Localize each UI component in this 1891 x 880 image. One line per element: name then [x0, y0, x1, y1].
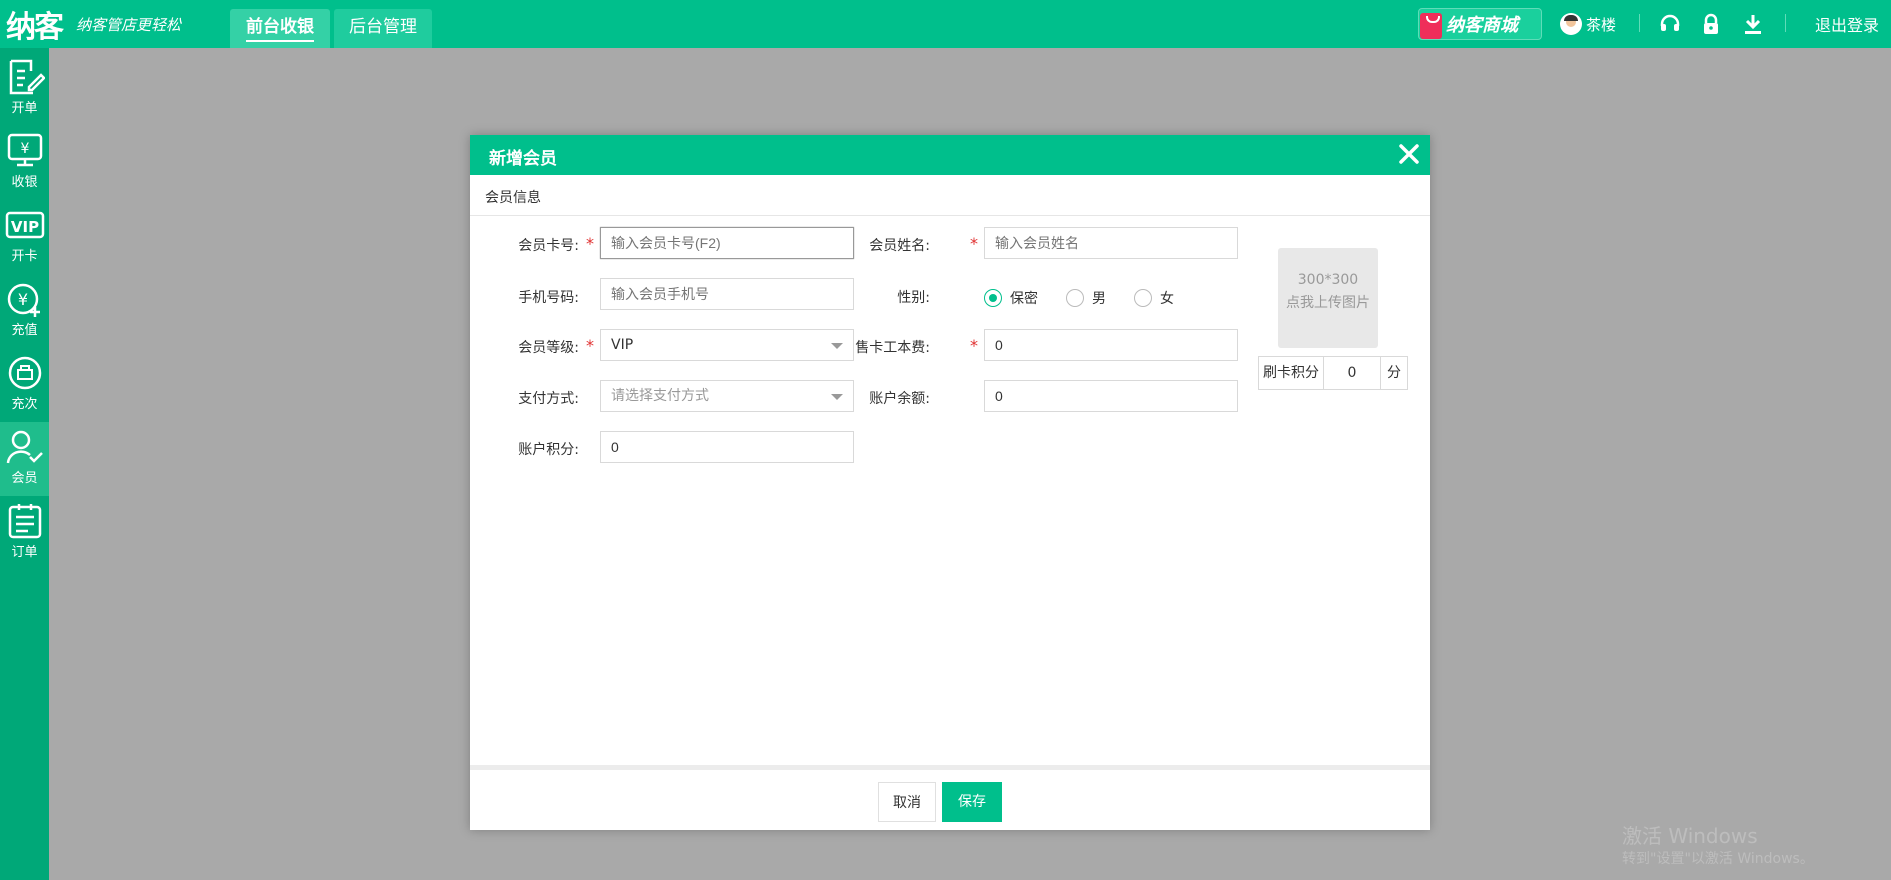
swipe-points-unit: 分: [1380, 357, 1407, 389]
required-mark: *: [970, 234, 978, 253]
user-menu[interactable]: 茶楼: [1560, 12, 1616, 36]
save-button[interactable]: 保存: [942, 782, 1002, 822]
sidebar-item-vip-card[interactable]: VIP 开卡: [0, 200, 49, 274]
tab-front-cashier[interactable]: 前台收银: [230, 9, 330, 48]
sidebar-label: 开卡: [11, 249, 38, 264]
vip-card-icon: VIP: [5, 211, 44, 239]
swipe-points-label: 刷卡积分: [1259, 357, 1324, 389]
order-list-icon: [8, 504, 41, 539]
level-label: 会员等级:: [518, 340, 579, 356]
order-edit-icon: [9, 59, 45, 95]
sidebar-label: 充值: [11, 323, 38, 338]
activation-watermark-sub: 转到"设置"以激活 Windows。: [1622, 851, 1814, 867]
member-name-label: 会员姓名:: [869, 238, 930, 254]
divider: [470, 765, 1430, 770]
required-mark: *: [970, 336, 978, 355]
radio-label: 保密: [1010, 291, 1038, 307]
upload-hint: 点我上传图片: [1286, 295, 1370, 311]
gender-option-male[interactable]: 男: [1066, 288, 1106, 308]
gender-option-female[interactable]: 女: [1134, 288, 1174, 308]
payment-method-placeholder: 请选择支付方式: [611, 388, 709, 404]
divider: [1639, 14, 1640, 32]
section-title: 会员信息: [485, 190, 541, 206]
sidebar-label: 充次: [11, 397, 38, 412]
radio-label: 女: [1160, 291, 1174, 307]
svg-text:¥: ¥: [20, 141, 29, 157]
balance-input[interactable]: [984, 380, 1238, 412]
sidebar-item-recharge-times[interactable]: 充次: [0, 348, 49, 422]
sidebar-item-open-order[interactable]: 开单: [0, 52, 49, 126]
radio-unchecked-icon: [1066, 289, 1084, 307]
sidebar-item-orders[interactable]: 订单: [0, 496, 49, 570]
swipe-points-input[interactable]: 0: [1324, 357, 1380, 389]
sidebar-label: 订单: [11, 545, 38, 560]
upload-size: 300*300: [1297, 272, 1359, 288]
radio-unchecked-icon: [1134, 289, 1152, 307]
top-bar: 纳客 纳客管店更轻松 前台收银 后台管理 纳客商城 茶楼 退出登录: [0, 0, 1891, 48]
gender-label: 性别:: [897, 290, 930, 306]
radio-label: 男: [1092, 291, 1106, 307]
activation-watermark: 激活 Windows: [1622, 824, 1758, 848]
app-logo: 纳客 纳客管店更轻松: [6, 6, 182, 45]
photo-upload-area[interactable]: 300*300 点我上传图片: [1278, 248, 1378, 348]
points-input[interactable]: [600, 431, 854, 463]
mall-button[interactable]: 纳客商城: [1418, 8, 1542, 40]
divider: [470, 215, 1430, 216]
recharge-icon: ¥: [7, 283, 40, 317]
sidebar-label: 收银: [11, 175, 38, 190]
sidebar: 开单 ¥ 收银 VIP 开卡 ¥ 充值 充次 会员 订单: [0, 48, 49, 880]
payment-method-select[interactable]: 请选择支付方式: [600, 380, 854, 412]
avatar: [1560, 13, 1582, 35]
svg-text:¥: ¥: [17, 290, 27, 309]
cancel-button[interactable]: 取消: [878, 782, 936, 822]
member-level-value: VIP: [611, 337, 634, 353]
recharge-times-icon: [8, 356, 41, 390]
gender-option-secret[interactable]: 保密: [984, 288, 1038, 308]
card-fee-input[interactable]: [984, 329, 1238, 361]
phone-label: 手机号码:: [518, 290, 579, 306]
sidebar-item-member[interactable]: 会员: [0, 422, 49, 496]
tab-front-cashier-label: 前台收银: [246, 17, 314, 42]
close-icon[interactable]: [1396, 141, 1422, 167]
card-no-label: 会员卡号:: [518, 238, 579, 254]
lock-icon[interactable]: [1699, 12, 1723, 36]
logout-link[interactable]: 退出登录: [1815, 12, 1879, 36]
sidebar-label: 会员: [11, 471, 38, 486]
required-mark: *: [586, 336, 594, 355]
user-name: 茶楼: [1586, 15, 1617, 34]
member-name-input[interactable]: [984, 227, 1238, 259]
points-label: 账户积分:: [518, 442, 579, 458]
sidebar-item-recharge[interactable]: ¥ 充值: [0, 274, 49, 348]
logo-text: 纳客: [6, 10, 64, 45]
headset-icon[interactable]: [1658, 12, 1682, 36]
svg-text:VIP: VIP: [10, 218, 38, 236]
divider: [1785, 14, 1786, 32]
member-icon: [6, 430, 43, 464]
tab-back-admin-label: 后台管理: [349, 17, 417, 37]
payment-label: 支付方式:: [518, 391, 579, 407]
balance-label: 账户余额:: [869, 391, 930, 407]
sidebar-label: 开单: [11, 101, 38, 116]
tab-back-admin[interactable]: 后台管理: [334, 9, 432, 48]
cashier-icon: ¥: [7, 133, 42, 167]
phone-input[interactable]: [600, 278, 854, 310]
radio-checked-icon: [984, 289, 1002, 307]
dialog-header: 新增会员: [470, 135, 1430, 175]
download-icon[interactable]: [1741, 12, 1765, 36]
mall-label: 纳客商城: [1446, 15, 1518, 36]
logo-slogan: 纳客管店更轻松: [76, 15, 182, 34]
add-member-dialog: 新增会员 会员信息 会员卡号: * 会员姓名: * 手机号码: 性别: 保密 男…: [470, 135, 1430, 830]
swipe-points-field: 刷卡积分 0 分: [1258, 356, 1408, 390]
required-mark: *: [586, 234, 594, 253]
shopping-bag-icon: [1420, 13, 1442, 39]
card-fee-label: 售卡工本费:: [855, 340, 930, 356]
sidebar-item-cashier[interactable]: ¥ 收银: [0, 126, 49, 200]
dialog-title: 新增会员: [489, 149, 557, 169]
